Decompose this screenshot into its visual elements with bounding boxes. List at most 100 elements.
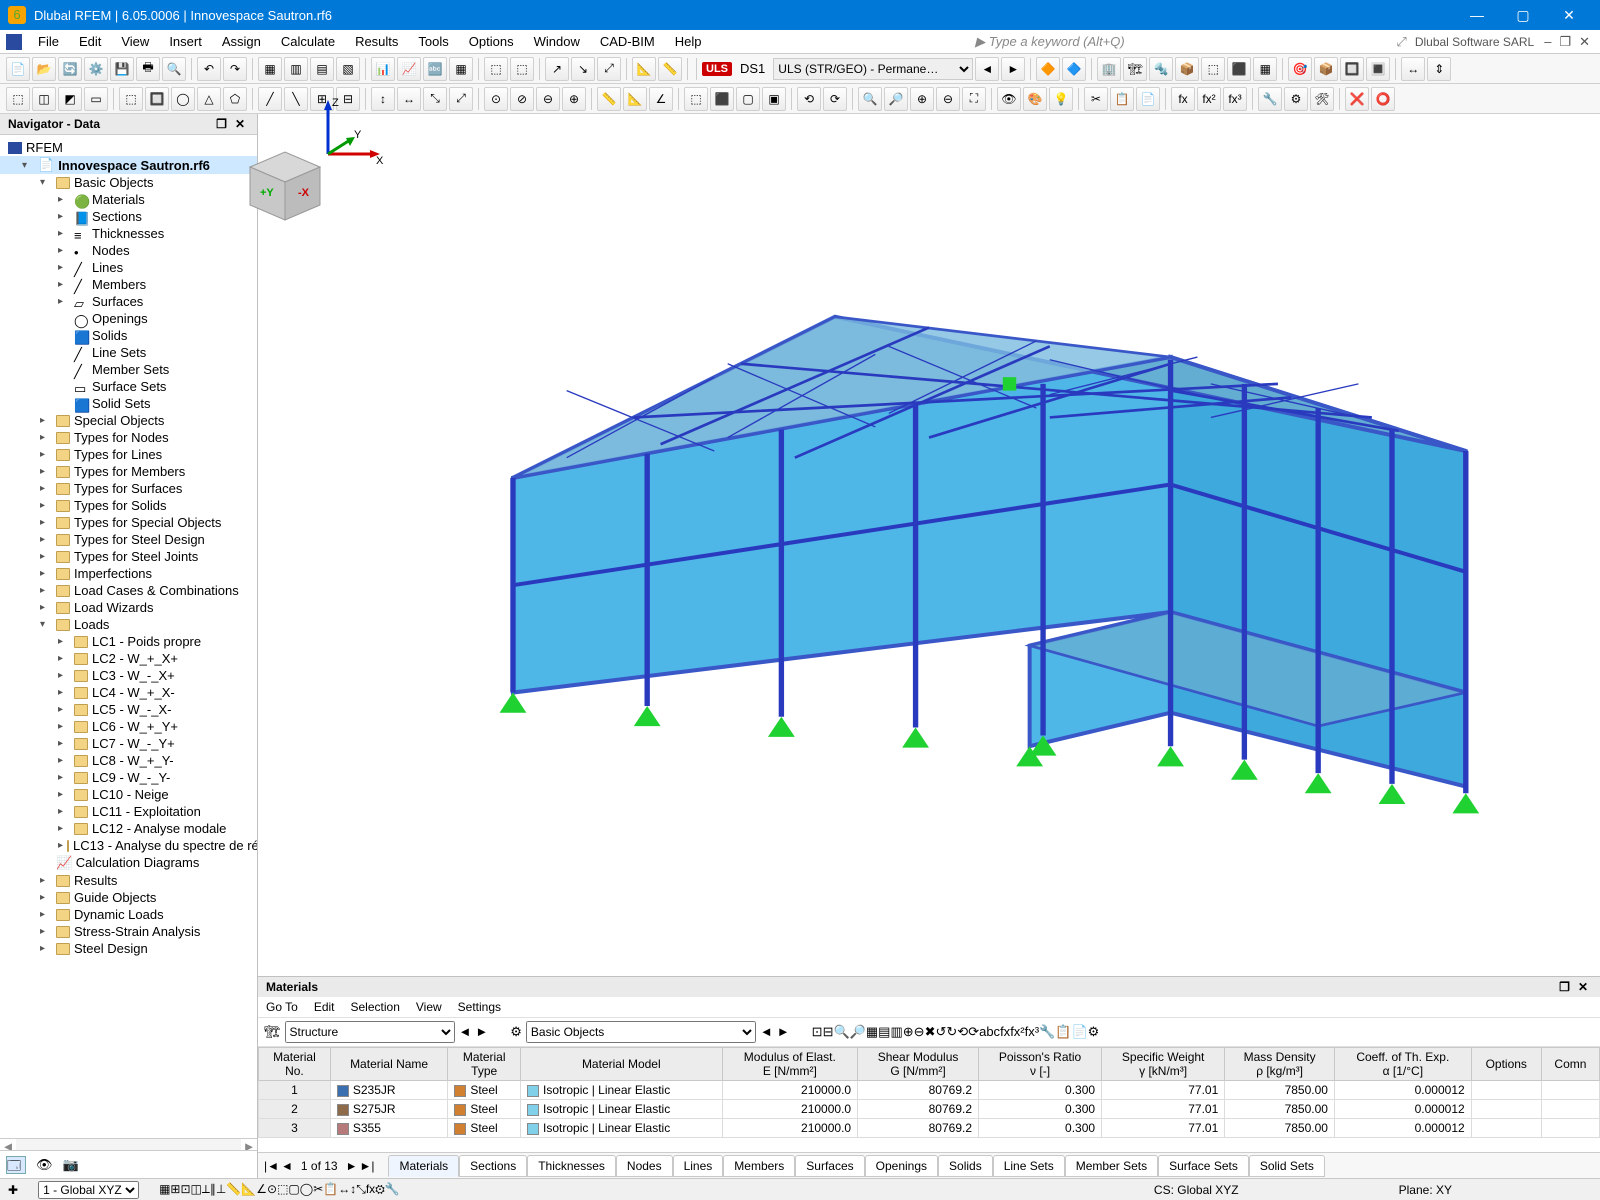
- nav-cat-types-for-lines[interactable]: ▸ Types for Lines: [0, 446, 257, 463]
- nav-bo-solids[interactable]: 🟦 Solids: [0, 327, 257, 344]
- tb2-btn-9[interactable]: ⬠: [223, 87, 247, 111]
- status-tool-9[interactable]: 📏: [226, 1182, 241, 1196]
- tb1-btn-11[interactable]: ▦: [258, 57, 282, 81]
- navigator-close-icon[interactable]: ✕: [231, 117, 249, 131]
- nav-basic-objects[interactable]: ▾ Basic Objects: [0, 174, 257, 191]
- bp-tool-14[interactable]: ↺: [935, 1024, 946, 1039]
- combo2-prev-icon[interactable]: ◄: [760, 1024, 773, 1039]
- tb1b-btn-0[interactable]: 🔶: [1036, 57, 1060, 81]
- tab-solids[interactable]: Solids: [938, 1155, 993, 1177]
- tb2-btn-5[interactable]: ⬚: [119, 87, 143, 111]
- bp-tool-12[interactable]: ✖: [925, 1024, 936, 1039]
- status-tool-2[interactable]: ⊡: [180, 1182, 190, 1196]
- col-material-model[interactable]: Material Model: [521, 1047, 723, 1080]
- nav-load-lc6[interactable]: ▸ LC6 - W_+_Y+: [0, 718, 257, 735]
- close-button[interactable]: ✕: [1546, 0, 1592, 30]
- bp-tool-26[interactable]: 📄: [1071, 1024, 1087, 1039]
- bp-menu-edit[interactable]: Edit: [314, 1000, 335, 1014]
- table-row[interactable]: 2 S275JR Steel Isotropic | Linear Elasti…: [259, 1099, 1600, 1118]
- nav-load-lc7[interactable]: ▸ LC7 - W_-_Y+: [0, 735, 257, 752]
- status-tool-21[interactable]: ↔: [338, 1182, 350, 1196]
- status-cs-icon[interactable]: ✚: [8, 1183, 18, 1197]
- tb1-btn-0[interactable]: 📄: [6, 57, 30, 81]
- combo-next-icon[interactable]: ►: [475, 1024, 488, 1039]
- bp-tool-3[interactable]: 🔍: [833, 1024, 849, 1039]
- nav-cat-types-for-special-objects[interactable]: ▸ Types for Special Objects: [0, 514, 257, 531]
- bp-tool-25[interactable]: 📋: [1055, 1024, 1071, 1039]
- tb1-btn-29[interactable]: 📏: [658, 57, 682, 81]
- status-tool-0[interactable]: ▦: [159, 1182, 170, 1196]
- tb1-btn-1[interactable]: 📂: [32, 57, 56, 81]
- nav-calc-diagrams[interactable]: 📈 Calculation Diagrams: [0, 854, 257, 872]
- tb1-btn-17[interactable]: 📈: [397, 57, 421, 81]
- tb2-btn-3[interactable]: ▭: [84, 87, 108, 111]
- combo2-next-icon[interactable]: ►: [777, 1024, 790, 1039]
- tb1-btn-9[interactable]: ↷: [223, 57, 247, 81]
- nav-load-lc12[interactable]: ▸ LC12 - Analyse modale: [0, 820, 257, 837]
- menu-options[interactable]: Options: [459, 32, 524, 51]
- bp-tool-15[interactable]: ↻: [946, 1024, 957, 1039]
- tab-lines[interactable]: Lines: [673, 1155, 724, 1177]
- tab-nodes[interactable]: Nodes: [616, 1155, 673, 1177]
- page-next-icon[interactable]: ►: [346, 1159, 358, 1173]
- bp-tool-0[interactable]: ⊡: [812, 1024, 823, 1039]
- doc-max-button[interactable]: ❐: [1555, 34, 1575, 50]
- tb1-btn-28[interactable]: 📐: [632, 57, 656, 81]
- status-tool-25[interactable]: fx: [366, 1182, 375, 1196]
- nav-bo-materials[interactable]: ▸🟢 Materials: [0, 191, 257, 208]
- tb1-btn-24[interactable]: ↗: [545, 57, 569, 81]
- status-tool-23[interactable]: ⤡: [356, 1182, 366, 1196]
- tb1-btn-22[interactable]: ⬚: [510, 57, 534, 81]
- col-poisson-s-ratio-[interactable]: Poisson's Ratioν [-]: [979, 1047, 1102, 1080]
- bp-tool-4[interactable]: 🔎: [850, 1024, 866, 1039]
- menu-calculate[interactable]: Calculate: [271, 32, 345, 51]
- col-comn[interactable]: Comn: [1541, 1047, 1599, 1080]
- nav-load-lc3[interactable]: ▸ LC3 - W_-_X+: [0, 667, 257, 684]
- col-options[interactable]: Options: [1471, 1047, 1541, 1080]
- status-tool-3[interactable]: ◫: [191, 1182, 202, 1196]
- col-specific-weight-kn-m-[interactable]: Specific Weightγ [kN/m³]: [1102, 1047, 1225, 1080]
- nav-bo-surfaces[interactable]: ▸▱ Surfaces: [0, 293, 257, 310]
- nav-cat-types-for-nodes[interactable]: ▸ Types for Nodes: [0, 429, 257, 446]
- status-tool-19[interactable]: 📋: [323, 1182, 338, 1196]
- nav-cat-types-for-surfaces[interactable]: ▸ Types for Surfaces: [0, 480, 257, 497]
- menu-window[interactable]: Window: [524, 32, 590, 51]
- tab-surfaces[interactable]: Surfaces: [795, 1155, 864, 1177]
- model-viewport[interactable]: Z X Y +Y -X: [258, 114, 1600, 976]
- menu-help[interactable]: Help: [665, 32, 712, 51]
- view-cube[interactable]: +Y -X: [230, 132, 1572, 994]
- status-tool-5[interactable]: ⟂: [202, 1182, 210, 1196]
- nav-tail-dynamic-loads[interactable]: ▸ Dynamic Loads: [0, 906, 257, 923]
- menu-cad-bim[interactable]: CAD-BIM: [590, 32, 665, 51]
- menu-tools[interactable]: Tools: [408, 32, 458, 51]
- bp-tool-10[interactable]: ⊕: [903, 1024, 914, 1039]
- status-tool-7[interactable]: ⊥: [216, 1182, 226, 1196]
- tb1-btn-21[interactable]: ⬚: [484, 57, 508, 81]
- nav-load-lc10[interactable]: ▸ LC10 - Neige: [0, 786, 257, 803]
- bp-tool-6[interactable]: ▦: [866, 1024, 878, 1039]
- nav-cat-types-for-steel-design[interactable]: ▸ Types for Steel Design: [0, 531, 257, 548]
- search-expand-icon[interactable]: ⤢: [1388, 34, 1414, 50]
- nav-tail-results[interactable]: ▸ Results: [0, 872, 257, 889]
- bp-menu-go-to[interactable]: Go To: [266, 1000, 298, 1014]
- nav-cat-load-cases-combinations[interactable]: ▸ Load Cases & Combinations: [0, 582, 257, 599]
- status-tool-10[interactable]: 📐: [241, 1182, 256, 1196]
- basic-objects-combo[interactable]: Basic Objects: [526, 1021, 756, 1043]
- tb1-btn-4[interactable]: 💾: [110, 57, 134, 81]
- tb1b-btn-16[interactable]: ↔: [1401, 57, 1425, 81]
- tb1b-btn-13[interactable]: 🔲: [1340, 57, 1364, 81]
- nav-load-lc8[interactable]: ▸ LC8 - W_+_Y-: [0, 752, 257, 769]
- hscroll-left[interactable]: ◄: [0, 1139, 16, 1150]
- nav-bo-openings[interactable]: ◯ Openings: [0, 310, 257, 327]
- nav-load-lc4[interactable]: ▸ LC4 - W_+_X-: [0, 684, 257, 701]
- bp-tool-8[interactable]: ▥: [890, 1024, 902, 1039]
- bp-tool-11[interactable]: ⊖: [914, 1024, 925, 1039]
- nav-load-lc2[interactable]: ▸ LC2 - W_+_X+: [0, 650, 257, 667]
- tb2-btn-0[interactable]: ⬚: [6, 87, 30, 111]
- tb1b-btn-1[interactable]: 🔷: [1062, 57, 1086, 81]
- tab-thicknesses[interactable]: Thicknesses: [527, 1155, 616, 1177]
- tab-line-sets[interactable]: Line Sets: [993, 1155, 1065, 1177]
- tab-member-sets[interactable]: Member Sets: [1065, 1155, 1158, 1177]
- status-tool-12[interactable]: ⊙: [267, 1182, 277, 1196]
- tab-materials[interactable]: Materials: [388, 1155, 459, 1177]
